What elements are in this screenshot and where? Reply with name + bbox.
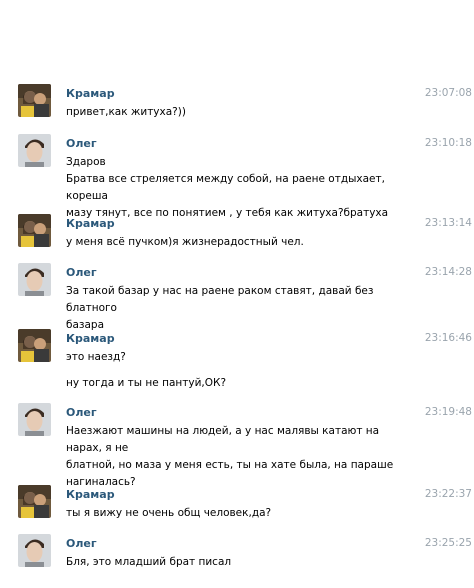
message-text: привет,как житуха?)) [66, 104, 401, 121]
message-time: 23:13:14 [424, 217, 472, 229]
avatar-young-man-icon [18, 263, 51, 296]
message-line: у меня всё пучком)я жизнерадостный чел. [66, 236, 304, 248]
message-author[interactable]: Олег [66, 266, 97, 279]
avatar[interactable] [18, 329, 51, 362]
message-text: Бля, это младший брат писал [66, 554, 401, 571]
message-time: 23:19:48 [424, 406, 472, 418]
message-line: Наезжают машины на людей, а у нас малявы… [66, 425, 383, 454]
message-author[interactable]: Олег [66, 137, 97, 150]
message-author[interactable]: Крамар [66, 87, 115, 100]
message-line: Здаров [66, 156, 106, 168]
avatar-couple-icon [18, 329, 51, 362]
message-author[interactable]: Олег [66, 406, 97, 419]
avatar[interactable] [18, 485, 51, 518]
message-time: 23:07:08 [424, 87, 472, 99]
avatar[interactable] [18, 214, 51, 247]
message-author[interactable]: Крамар [66, 217, 115, 230]
avatar-young-man-icon [18, 134, 51, 167]
avatar[interactable] [18, 84, 51, 117]
message-line: Братва все стреляется между собой, на ра… [66, 173, 389, 202]
message-author[interactable]: Крамар [66, 488, 115, 501]
message-time: 23:25:25 [424, 537, 472, 549]
message-line [66, 366, 401, 375]
message-line: привет,как житуха?)) [66, 106, 186, 118]
message-line: мазу тянут, все по понятием , у тебя как… [66, 207, 389, 219]
avatar[interactable] [18, 263, 51, 296]
message-line: ты я вижу не очень общ человек,да? [66, 507, 272, 519]
message-line: Бля, это младший брат писал [66, 556, 232, 568]
avatar[interactable] [18, 534, 51, 567]
message-text: ты я вижу не очень общ человек,да? [66, 505, 401, 522]
message-text: у меня всё пучком)я жизнерадостный чел. [66, 234, 401, 251]
avatar[interactable] [18, 134, 51, 167]
message-time: 23:10:18 [424, 137, 472, 149]
avatar-couple-icon [18, 214, 51, 247]
message-author[interactable]: Крамар [66, 332, 115, 345]
message-line: нагиналась? [66, 476, 136, 488]
message-author[interactable]: Олег [66, 537, 97, 550]
avatar[interactable] [18, 403, 51, 436]
message-time: 23:16:46 [424, 332, 472, 344]
message-text: Наезжают машины на людей, а у нас малявы… [66, 423, 401, 491]
message-line: это наезд? [66, 351, 126, 363]
avatar-couple-icon [18, 84, 51, 117]
avatar-young-man-icon [18, 403, 51, 436]
message-line: За такой базар у нас на раене раком став… [66, 285, 377, 314]
message-line: ну тогда и ты не пантуй,ОК? [66, 377, 227, 389]
avatar-young-man-icon [18, 534, 51, 567]
message-line: базара [66, 319, 105, 331]
message-text: За такой базар у нас на раене раком став… [66, 283, 401, 334]
message-line: блатной, но маза у меня есть, ты на хате… [66, 459, 394, 471]
message-text: Здаров Братва все стреляется между собой,… [66, 154, 401, 222]
message-time: 23:14:28 [424, 266, 472, 278]
message-time: 23:22:37 [424, 488, 472, 500]
avatar-couple-icon [18, 485, 51, 518]
message-text: это наезд? ну тогда и ты не пантуй,ОК? [66, 349, 401, 392]
